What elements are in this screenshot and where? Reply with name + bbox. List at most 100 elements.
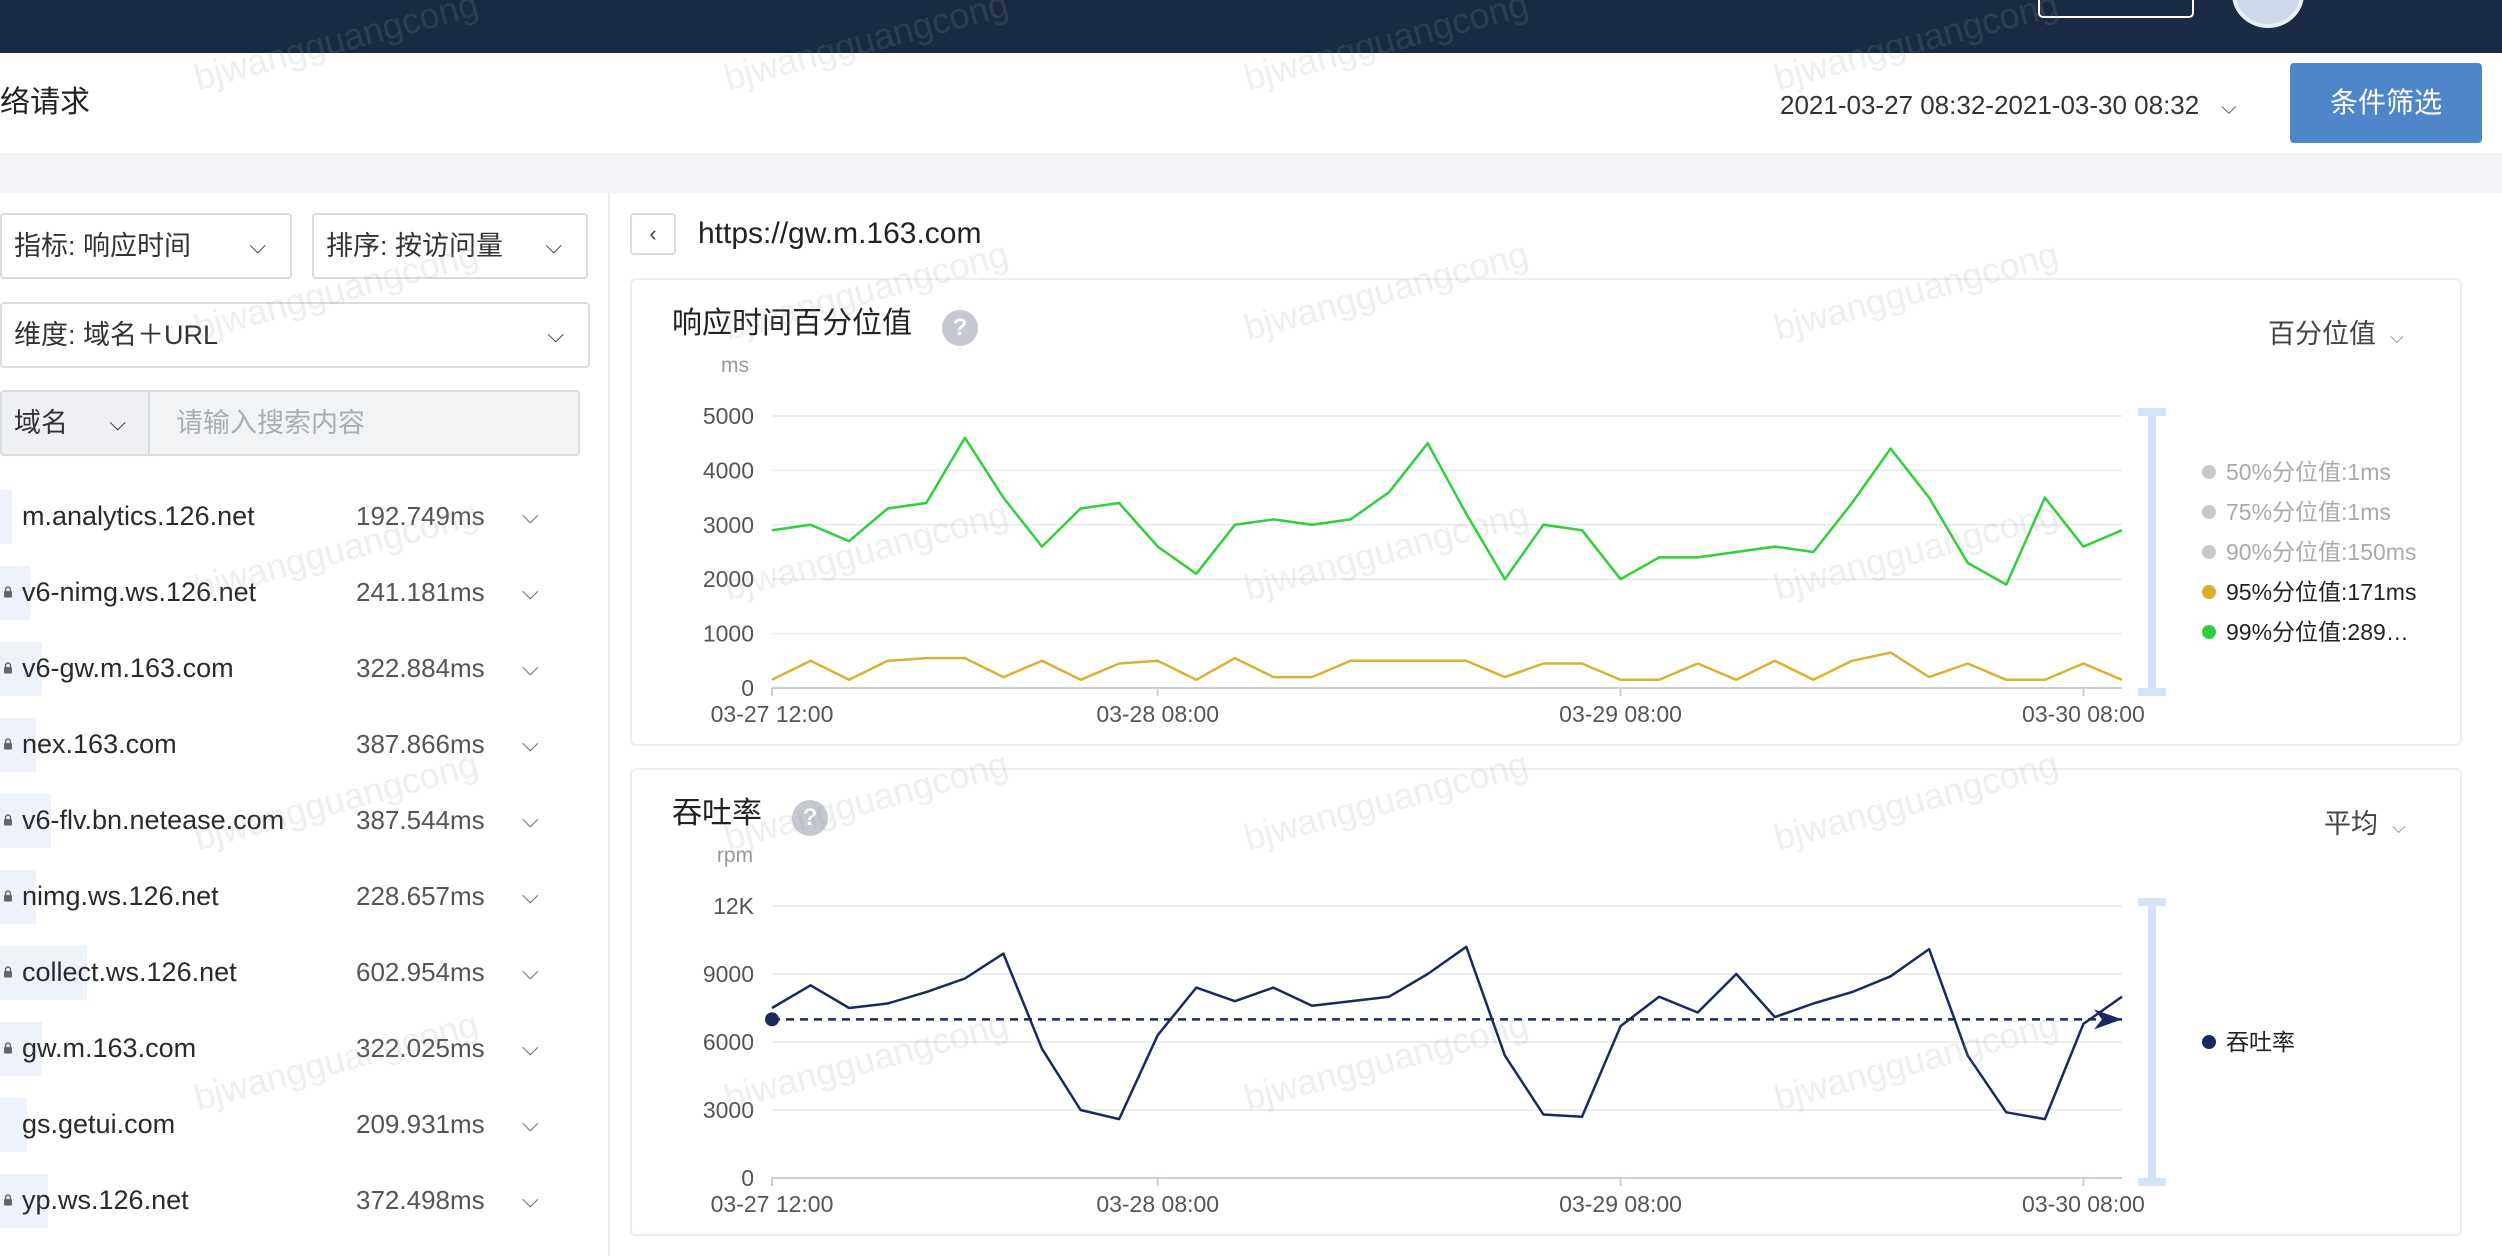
chevron-down-icon[interactable]: ⌵	[522, 934, 539, 1010]
domain-list-item[interactable]: nex.163.com 387.866ms ⌵	[0, 706, 608, 782]
zoom-slider-track	[2148, 412, 2156, 692]
domain-list-item[interactable]: yp.ws.126.net 372.498ms ⌵	[0, 1162, 608, 1238]
domain-name: m.analytics.126.net	[22, 501, 255, 531]
lock-icon	[4, 662, 12, 674]
domain-name: v6-flv.bn.netease.com	[22, 805, 285, 835]
domain-list-item[interactable]: gw.m.163.com 322.025ms ⌵	[0, 1010, 608, 1086]
average-arrow-marker	[2094, 1009, 2122, 1030]
domain-list-item[interactable]: gs.getui.com 209.931ms ⌵	[0, 1086, 608, 1162]
dimension-select-label: 维度: 域名＋URL	[14, 320, 219, 350]
top-nav-bar	[0, 0, 2502, 53]
legend-label: 99%分位值:289…	[2226, 619, 2409, 645]
x-tick-label: 03-27 12:00	[711, 701, 834, 727]
lock-icon	[4, 738, 12, 750]
metric-select-label: 指标: 响应时间	[14, 231, 192, 261]
x-tick-label: 03-28 08:00	[1096, 1191, 1219, 1217]
filter-button[interactable]: 条件筛选	[2290, 63, 2482, 143]
date-range-text: 2021-03-27 08:32-2021-03-30 08:32	[1780, 90, 2200, 120]
y-tick-label: 1000	[703, 621, 754, 647]
domain-response-time: 209.931ms	[356, 1109, 485, 1139]
legend-label: 90%分位值:150ms	[2226, 539, 2417, 565]
top-nav-button[interactable]	[2038, 0, 2194, 18]
search-input[interactable]	[152, 392, 578, 454]
chevron-down-icon[interactable]: ⌵	[522, 706, 539, 782]
series-line	[771, 436, 2123, 586]
y-tick-label: 9000	[703, 961, 754, 987]
lock-icon	[4, 1194, 12, 1206]
date-range-picker[interactable]: 2021-03-27 08:32-2021-03-30 08:32 ⌵	[1780, 85, 2236, 128]
domain-list-item[interactable]: v6-flv.bn.netease.com 387.544ms ⌵	[0, 782, 608, 858]
legend-item[interactable]: 50%分位值:1ms	[2202, 452, 2416, 492]
legend-dot-icon	[2202, 544, 2216, 559]
domain-response-time: 387.544ms	[356, 805, 485, 835]
domain-list-item[interactable]: m.analytics.126.net 192.749ms ⌵	[0, 478, 608, 554]
chevron-down-icon: ⌵	[545, 233, 562, 258]
legend-dot-icon	[2202, 584, 2216, 599]
legend-item[interactable]: 75%分位值:1ms	[2202, 492, 2416, 532]
throughput-chart: rpm 0 3000 6000 9000 12K 03-27 12:00 03-28 08:0…	[703, 844, 2166, 1217]
domain-name: gw.m.163.com	[22, 1033, 197, 1063]
domain-name: yp.ws.126.net	[22, 1185, 189, 1215]
domain-list: m.analytics.126.net 192.749ms ⌵ v6-nimg.ws.…	[0, 478, 608, 1238]
lock-icon	[4, 1042, 12, 1054]
chevron-down-icon[interactable]: ⌵	[522, 782, 539, 858]
y-tick-label: 4000	[703, 457, 754, 483]
chevron-down-icon: ⌵	[547, 322, 564, 347]
domain-response-time: 241.181ms	[356, 577, 485, 607]
chevron-down-icon[interactable]: ⌵	[522, 1086, 539, 1162]
y-tick-label: 3000	[703, 512, 754, 538]
dimension-select[interactable]: 维度: 域名＋URL ⌵	[0, 302, 590, 368]
chevron-left-icon: ‹	[649, 221, 657, 246]
x-tick-label: 03-29 08:00	[1559, 1191, 1682, 1217]
legend-dot-icon	[2202, 1034, 2216, 1049]
zoom-slider-handle	[2138, 408, 2166, 416]
sort-select[interactable]: 排序: 按访问量 ⌵	[312, 213, 588, 279]
chevron-down-icon[interactable]: ⌵	[522, 1010, 539, 1086]
legend-item[interactable]: 95%分位值:171ms	[2202, 572, 2416, 612]
search-type-select[interactable]: 域名 ⌵	[2, 392, 150, 454]
legend-item[interactable]: 99%分位值:289…	[2202, 612, 2416, 652]
chevron-down-icon[interactable]: ⌵	[522, 1162, 539, 1238]
domain-name: collect.ws.126.net	[22, 957, 237, 987]
chevron-down-icon[interactable]: ⌵	[522, 554, 539, 630]
y-tick-label: 12K	[713, 893, 755, 919]
chevron-down-icon: ⌵	[2221, 97, 2237, 119]
page-title: 络请求	[0, 86, 90, 119]
zoom-slider-handle	[2138, 688, 2166, 696]
legend-item[interactable]: 90%分位值:150ms	[2202, 532, 2416, 572]
domain-name: v6-gw.m.163.com	[22, 653, 234, 683]
page-header: 络请求 2021-03-27 08:32-2021-03-30 08:32 ⌵ 条…	[0, 53, 2502, 153]
response-time-chart: ms 0 1000 2000 3000 4000 5000 03-27 12:00 03-28 …	[703, 354, 2166, 727]
domain-name: nimg.ws.126.net	[22, 881, 219, 911]
metric-select[interactable]: 指标: 响应时间 ⌵	[0, 213, 292, 279]
domain-list-item[interactable]: v6-gw.m.163.com 322.884ms ⌵	[0, 630, 608, 706]
domain-list-item[interactable]: v6-nimg.ws.126.net 241.181ms ⌵	[0, 554, 608, 630]
lock-icon	[4, 586, 12, 598]
chevron-down-icon[interactable]: ⌵	[522, 478, 539, 554]
search-row: 域名 ⌵	[0, 390, 580, 456]
chevron-down-icon[interactable]: ⌵	[522, 630, 539, 706]
domain-name: v6-nimg.ws.126.net	[22, 577, 257, 607]
chevron-down-icon[interactable]: ⌵	[522, 858, 539, 934]
section-gap	[0, 153, 2502, 193]
domain-list-item[interactable]: nimg.ws.126.net 228.657ms ⌵	[0, 858, 608, 934]
x-tick-label: 03-29 08:00	[1559, 701, 1682, 727]
lock-icon	[4, 966, 12, 978]
domain-name: nex.163.com	[22, 729, 177, 759]
domain-list-item[interactable]: collect.ws.126.net 602.954ms ⌵	[0, 934, 608, 1010]
back-button[interactable]: ‹	[630, 213, 676, 255]
x-tick-label: 03-28 08:00	[1096, 701, 1219, 727]
chart-legend: 吞吐率	[2202, 1022, 2295, 1062]
response-time-chart-card: 响应时间百分位值 ? 百分位值 ⌵ ms 0 1000 2000 3000 4000 5000…	[630, 278, 2462, 746]
average-start-marker	[765, 1012, 779, 1027]
avatar[interactable]	[2232, 0, 2304, 28]
lock-icon	[4, 890, 12, 902]
legend-label: 95%分位值:171ms	[2226, 579, 2417, 605]
legend-label: 吞吐率	[2226, 1029, 2295, 1055]
x-tick-label: 03-30 08:00	[2022, 701, 2145, 727]
chart-legend: 50%分位值:1ms 75%分位值:1ms 90%分位值:150ms 95%分位值:1…	[2202, 452, 2416, 652]
y-tick-label: 6000	[703, 1029, 754, 1055]
domain-response-time: 322.025ms	[356, 1033, 485, 1063]
domain-name: gs.getui.com	[22, 1109, 176, 1139]
legend-item[interactable]: 吞吐率	[2202, 1022, 2295, 1062]
